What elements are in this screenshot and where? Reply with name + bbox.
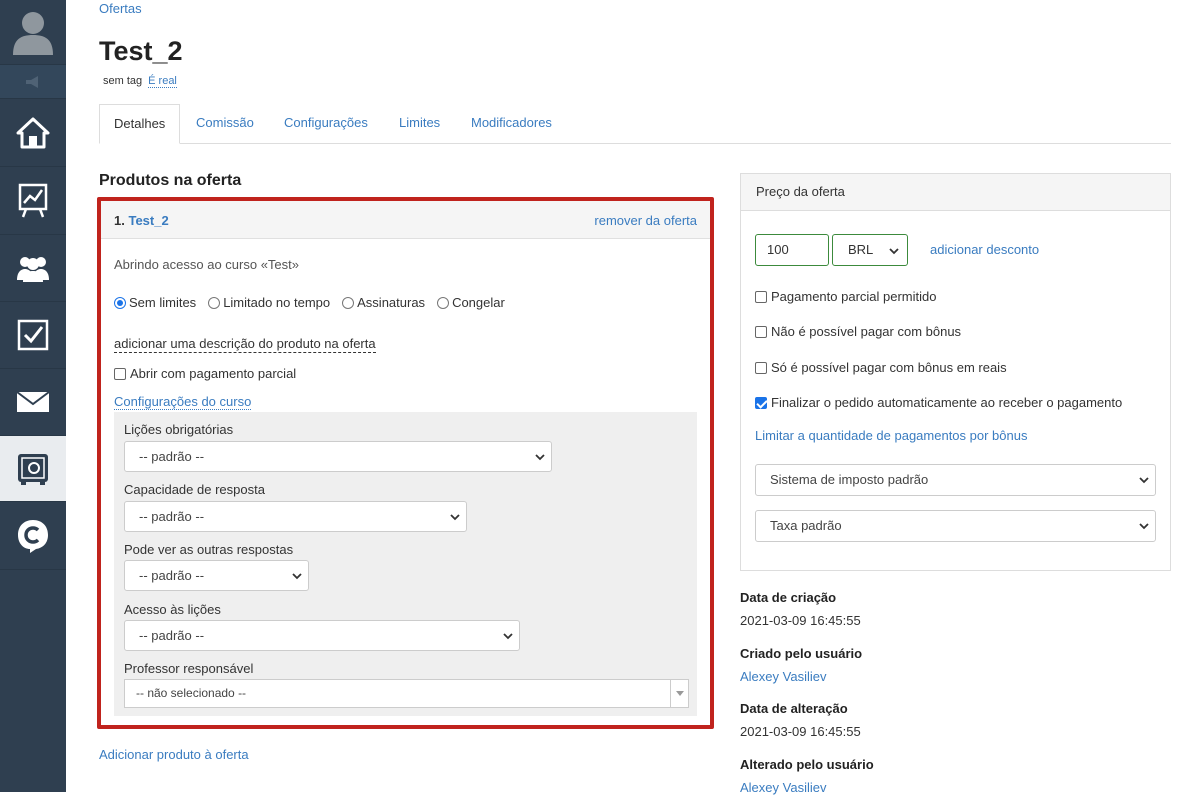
product-number: 1. Test_2 — [114, 213, 169, 228]
tasks-icon[interactable] — [0, 302, 66, 369]
tagline: sem tag É real — [103, 75, 177, 88]
product-header: 1. Test_2 remover da oferta — [101, 201, 710, 239]
megaphone-icon[interactable] — [0, 65, 66, 99]
tab-detalhes[interactable]: Detalhes — [99, 104, 181, 144]
mail-icon[interactable] — [0, 369, 66, 436]
partial-payment-checkbox[interactable]: Abrir com pagamento parcial — [114, 366, 296, 381]
partial-payment-allowed-checkbox[interactable]: Pagamento parcial permitido — [755, 289, 936, 304]
modified-by-label: Alterado pelo usuário — [740, 757, 874, 772]
safe-icon[interactable] — [0, 436, 66, 502]
chevron-down-icon — [292, 573, 302, 580]
products-section-title: Produtos na oferta — [99, 172, 242, 189]
product-description: Abrindo acesso ao curso «Test» — [114, 257, 299, 272]
modified-by-user-link[interactable]: Alexey Vasiliev — [740, 780, 826, 795]
chevron-down-icon — [450, 514, 460, 521]
radio-dot[interactable] — [208, 296, 221, 309]
sidebar — [0, 0, 66, 792]
chevron-down-icon — [535, 454, 545, 461]
chat-icon[interactable] — [0, 502, 66, 570]
checkbox[interactable] — [114, 367, 126, 380]
dropdown-arrow[interactable] — [670, 680, 688, 707]
caret-down-icon — [676, 691, 684, 696]
auto-finalize-order-checkbox[interactable]: Finalizar o pedido automaticamente ao re… — [755, 395, 1122, 410]
field-label-lesson-access: Acesso às lições — [124, 602, 221, 617]
currency-select[interactable]: BRL — [832, 234, 908, 266]
checkbox-checked[interactable] — [755, 396, 767, 409]
radio-dot[interactable] — [437, 296, 450, 309]
field-label-response-capacity: Capacidade de resposta — [124, 482, 265, 497]
page-title: Test_2 — [99, 36, 183, 66]
responsible-teacher-select[interactable]: -- não selecionado -- — [124, 679, 689, 708]
created-date-label: Data de criação — [740, 590, 837, 605]
chart-icon[interactable] — [0, 167, 66, 235]
radio-assinaturas[interactable]: Assinaturas — [342, 295, 425, 310]
limit-type-radios: Sem limites Limitado no tempo Assinatura… — [114, 295, 505, 310]
price-panel-header: Preço da oferta — [741, 174, 1170, 211]
checkbox[interactable] — [755, 325, 767, 338]
no-bonus-payment-checkbox[interactable]: Não é possível pagar com bônus — [755, 324, 961, 339]
product-name-link[interactable]: Test_2 — [128, 213, 168, 228]
tax-rate-select[interactable]: Taxa padrão — [755, 510, 1156, 542]
created-by-user-link[interactable]: Alexey Vasiliev — [740, 669, 826, 684]
add-discount-link[interactable]: adicionar desconto — [930, 242, 1039, 257]
offer-price-panel: Preço da oferta 100 BRL adicionar descon… — [740, 173, 1171, 571]
radio-sem-limites[interactable]: Sem limites — [114, 295, 196, 310]
modified-date-value: 2021-03-09 16:45:55 — [740, 724, 861, 739]
course-settings-panel: Lições obrigatórias -- padrão -- Capacid… — [114, 412, 697, 716]
field-label-responsible-teacher: Professor responsável — [124, 661, 254, 676]
tag-real-link[interactable]: É real — [148, 75, 177, 88]
bonus-in-reais-only-checkbox[interactable]: Só é possível pagar com bônus em reais — [755, 360, 1007, 375]
tax-system-select[interactable]: Sistema de imposto padrão — [755, 464, 1156, 496]
tab-configuracoes[interactable]: Configurações — [284, 104, 368, 144]
product-card: 1. Test_2 remover da oferta Abrindo aces… — [97, 197, 714, 729]
radio-dot[interactable] — [114, 296, 126, 309]
radio-limitado-no-tempo[interactable]: Limitado no tempo — [208, 295, 330, 310]
radio-dot[interactable] — [342, 296, 355, 309]
created-by-label: Criado pelo usuário — [740, 646, 863, 661]
tab-modificadores[interactable]: Modificadores — [471, 104, 552, 144]
see-other-answers-select[interactable]: -- padrão -- — [124, 560, 309, 591]
radio-congelar[interactable]: Congelar — [437, 295, 505, 310]
add-product-description-link[interactable]: adicionar uma descrição do produto na of… — [114, 336, 376, 353]
tag-label: sem tag — [103, 75, 143, 87]
chevron-down-icon — [503, 633, 513, 640]
modified-date-label: Data de alteração — [740, 701, 848, 716]
checkbox[interactable] — [755, 361, 767, 374]
breadcrumb-offers[interactable]: Ofertas — [99, 1, 142, 16]
limit-bonus-payments-link[interactable]: Limitar a quantidade de pagamentos por b… — [755, 428, 1027, 443]
checkbox[interactable] — [755, 290, 767, 303]
add-product-to-offer-link[interactable]: Adicionar produto à oferta — [99, 747, 249, 762]
course-settings-link[interactable]: Configurações do curso — [114, 394, 252, 410]
home-icon[interactable] — [0, 99, 66, 167]
remove-from-offer-link[interactable]: remover da oferta — [594, 213, 697, 228]
lesson-access-select[interactable]: -- padrão -- — [124, 620, 520, 651]
user-avatar-icon[interactable] — [0, 0, 66, 65]
field-label-mandatory-lessons: Lições obrigatórias — [124, 422, 234, 437]
users-icon[interactable] — [0, 235, 66, 302]
created-date-value: 2021-03-09 16:45:55 — [740, 613, 861, 628]
chevron-down-icon — [889, 248, 899, 255]
tab-comissao[interactable]: Comissão — [196, 104, 254, 144]
response-capacity-select[interactable]: -- padrão -- — [124, 501, 467, 532]
chevron-down-icon — [1139, 477, 1149, 484]
chevron-down-icon — [1139, 523, 1149, 530]
tabs: Detalhes Comissão Configurações Limites … — [99, 104, 1171, 144]
field-label-see-other-answers: Pode ver as outras respostas — [124, 542, 294, 557]
tab-limites[interactable]: Limites — [399, 104, 440, 144]
mandatory-lessons-select[interactable]: -- padrão -- — [124, 441, 552, 472]
price-amount-input[interactable]: 100 — [755, 234, 829, 266]
